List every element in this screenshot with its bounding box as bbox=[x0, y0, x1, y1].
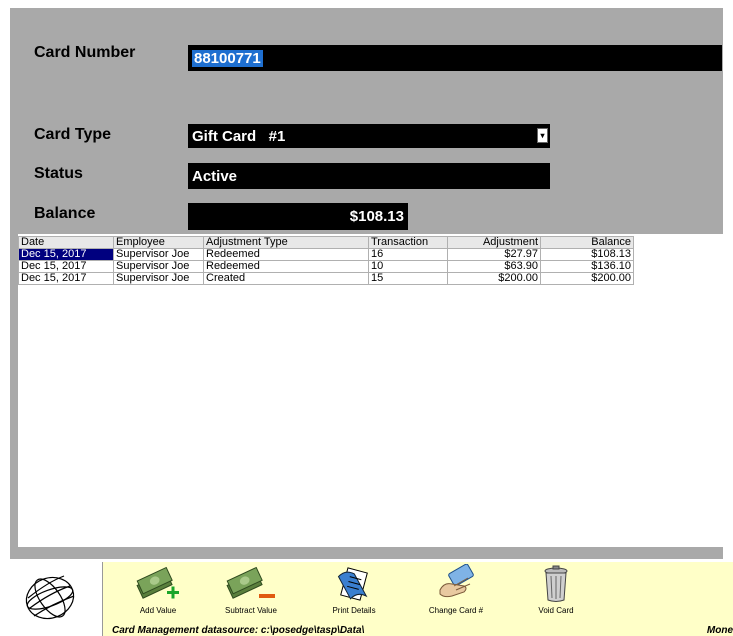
print-details-label: Print Details bbox=[332, 606, 376, 615]
print-details-button[interactable]: Print Details bbox=[312, 564, 396, 624]
add-value-button[interactable]: Add Value bbox=[116, 564, 200, 624]
col-balance-header[interactable]: Balance bbox=[540, 236, 634, 249]
cell-transaction: 16 bbox=[368, 248, 448, 261]
cell-date: Dec 15, 2017 bbox=[18, 272, 114, 285]
panel-left-edge bbox=[10, 234, 18, 559]
status-bar-right-text: Mone bbox=[706, 625, 733, 636]
balance-value: $108.13 bbox=[349, 208, 404, 225]
cell-date: Dec 15, 2017 bbox=[18, 260, 114, 273]
history-table: Date Employee Adjustment Type Transactio… bbox=[18, 236, 634, 285]
card-number-value: 88100771 bbox=[192, 49, 263, 67]
table-row[interactable]: Dec 15, 2017 Supervisor Joe Redeemed 16 … bbox=[18, 248, 634, 261]
subtract-value-label: Subtract Value bbox=[225, 606, 277, 615]
cell-employee: Supervisor Joe bbox=[113, 272, 204, 285]
cell-balance: $108.13 bbox=[540, 248, 634, 261]
table-row[interactable]: Dec 15, 2017 Supervisor Joe Redeemed 10 … bbox=[18, 260, 634, 273]
cell-adjustment: $63.90 bbox=[447, 260, 541, 273]
money-plus-icon bbox=[136, 566, 179, 599]
cell-balance: $200.00 bbox=[540, 272, 634, 285]
card-type-dropdown[interactable]: Gift Card #1 ▾ bbox=[188, 124, 550, 148]
print-icon bbox=[337, 567, 368, 601]
cell-adjustment: $200.00 bbox=[447, 272, 541, 285]
change-card-button[interactable]: Change Card # bbox=[414, 564, 498, 624]
cell-date: Dec 15, 2017 bbox=[18, 248, 114, 261]
card-number-label: Card Number bbox=[34, 44, 136, 61]
col-adjustment-header[interactable]: Adjustment bbox=[447, 236, 541, 249]
balance-label: Balance bbox=[34, 205, 96, 222]
cell-type: Redeemed bbox=[203, 260, 369, 273]
cell-type: Created bbox=[203, 272, 369, 285]
cell-type: Redeemed bbox=[203, 248, 369, 261]
col-date-header[interactable]: Date bbox=[18, 236, 114, 249]
cell-balance: $136.10 bbox=[540, 260, 634, 273]
status-label: Status bbox=[34, 165, 83, 182]
cell-employee: Supervisor Joe bbox=[113, 260, 204, 273]
cell-adjustment: $27.97 bbox=[447, 248, 541, 261]
balance-field: $108.13 bbox=[188, 203, 408, 230]
void-card-button[interactable]: Void Card bbox=[514, 564, 598, 624]
table-row[interactable]: Dec 15, 2017 Supervisor Joe Created 15 $… bbox=[18, 272, 634, 285]
status-bar-text: Card Management datasource: c:\posedge\t… bbox=[112, 625, 365, 636]
card-type-value: Gift Card #1 bbox=[192, 127, 286, 145]
trash-can-icon bbox=[544, 565, 568, 602]
subtract-value-button[interactable]: Subtract Value bbox=[209, 564, 293, 624]
change-card-label: Change Card # bbox=[428, 606, 484, 615]
void-card-label: Void Card bbox=[538, 606, 574, 615]
history-header-row: Date Employee Adjustment Type Transactio… bbox=[18, 236, 634, 249]
chevron-down-icon[interactable]: ▾ bbox=[537, 128, 548, 143]
panel-bottom-strip bbox=[10, 547, 723, 559]
card-type-label: Card Type bbox=[34, 126, 112, 143]
cell-employee: Supervisor Joe bbox=[113, 248, 204, 261]
add-value-label: Add Value bbox=[139, 606, 177, 615]
bottom-toolbar: Add Value Subtract Value Print Details C… bbox=[0, 562, 733, 636]
card-number-field[interactable]: 88100771 bbox=[188, 45, 722, 71]
col-employee-header[interactable]: Employee bbox=[113, 236, 204, 249]
status-value: Active bbox=[192, 167, 238, 185]
cell-transaction: 10 bbox=[368, 260, 448, 273]
money-minus-icon bbox=[226, 566, 275, 599]
col-transaction-header[interactable]: Transaction bbox=[368, 236, 448, 249]
history-grid[interactable]: Date Employee Adjustment Type Transactio… bbox=[18, 236, 723, 547]
col-adjustment-type-header[interactable]: Adjustment Type bbox=[203, 236, 369, 249]
logo bbox=[0, 562, 103, 636]
cell-transaction: 15 bbox=[368, 272, 448, 285]
card-details-panel: Card Number 88100771 Card Type Gift Card… bbox=[10, 8, 723, 234]
hand-card-icon bbox=[439, 564, 474, 598]
globe-icon bbox=[25, 575, 75, 620]
status-field: Active bbox=[188, 163, 550, 189]
